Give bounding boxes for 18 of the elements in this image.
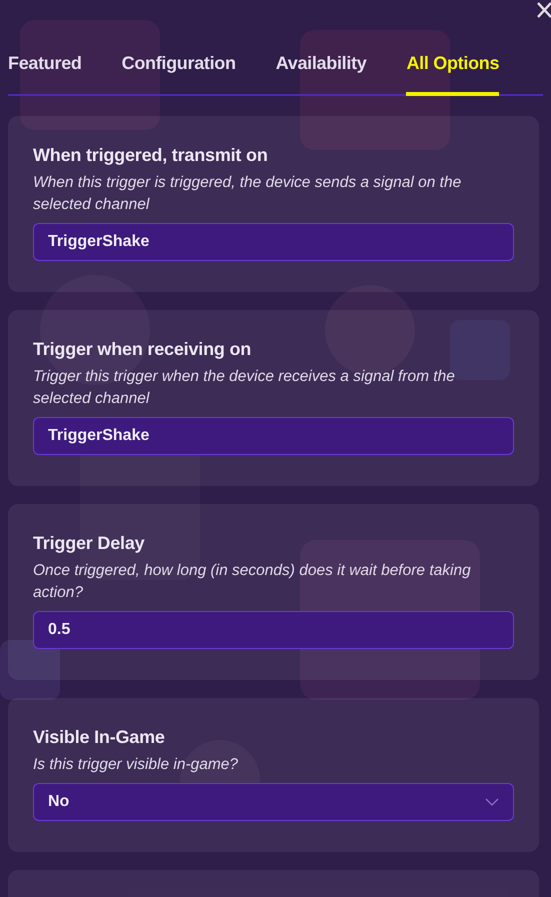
option-description: Is this trigger visible in-game? <box>33 755 240 775</box>
close-icon[interactable] <box>537 2 551 18</box>
input-field[interactable]: TriggerShake <box>33 417 514 455</box>
option-title: Trigger when receiving on <box>33 339 252 360</box>
option-title: When triggered, transmit on <box>33 145 269 166</box>
option-description: Once triggered, how long (in seconds) does it wait before taking action? <box>33 561 472 603</box>
tab[interactable]: Featured <box>8 48 82 96</box>
option-description: When this trigger is triggered, the device sends a signal on the selected channel <box>33 173 462 215</box>
option-title: Visible In-Game <box>33 727 166 748</box>
dropdown[interactable]: No <box>33 783 514 821</box>
input-field[interactable]: 0.5 <box>33 611 514 649</box>
tab[interactable]: Configuration <box>122 48 236 96</box>
chevron-down-icon <box>485 797 499 807</box>
tab[interactable]: Availability <box>276 48 366 96</box>
option-description: Trigger this trigger when the device receives a signal from the selected channel <box>33 367 456 409</box>
input-field[interactable]: TriggerShake <box>33 223 514 261</box>
tab[interactable]: All Options <box>406 48 500 96</box>
option-title: Trigger Delay <box>33 533 146 554</box>
